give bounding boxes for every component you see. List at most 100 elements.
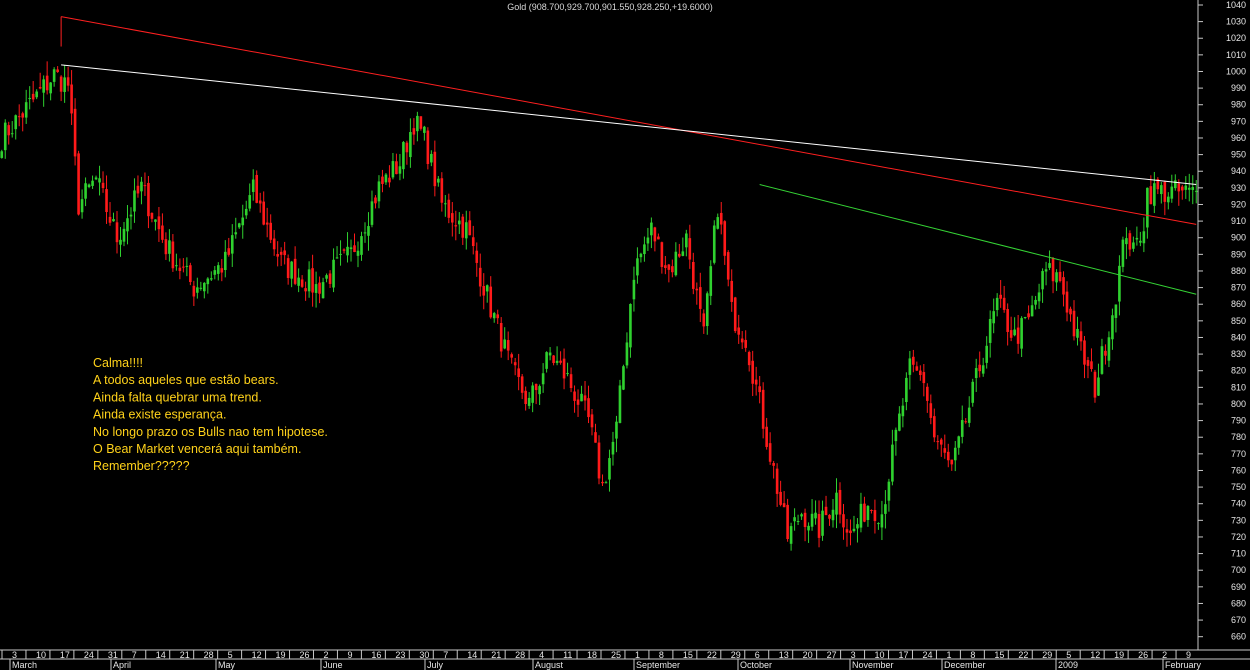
candle-body	[967, 407, 971, 423]
candle-body	[646, 237, 650, 244]
candle-body	[182, 266, 185, 268]
candle-body	[1177, 183, 1181, 192]
candle-body	[49, 82, 52, 94]
candle-body	[730, 280, 734, 302]
candle-body	[112, 219, 115, 222]
y-tick-label: 680	[1231, 598, 1246, 608]
candle-body	[995, 297, 999, 311]
candle-body	[335, 257, 339, 259]
x-tick-label: 4	[539, 650, 544, 660]
candle-body	[688, 238, 692, 260]
candle-body	[1128, 233, 1132, 250]
x-tick-label: 11	[563, 650, 572, 660]
candle-body	[636, 258, 639, 276]
candle-body	[566, 373, 569, 375]
x-tick-label: 15	[994, 650, 1004, 660]
candle-body	[237, 223, 241, 228]
y-tick-label: 1000	[1226, 66, 1246, 76]
x-tick-label: 26	[300, 650, 310, 660]
candle-body	[1097, 377, 1100, 396]
x-tick-label: 21	[491, 650, 501, 660]
candle-body	[541, 373, 545, 385]
candle-body	[506, 340, 510, 351]
y-tick-label: 1030	[1226, 17, 1246, 27]
candle-body	[485, 285, 489, 292]
candle-body	[101, 182, 105, 189]
candle-body	[342, 249, 346, 251]
x-tick-label: 8	[659, 650, 664, 660]
candle-body	[849, 530, 852, 534]
candle-body	[1048, 263, 1051, 268]
candle-body	[105, 189, 108, 213]
candle-body	[1153, 183, 1156, 206]
x-tick-label: 18	[587, 650, 597, 660]
candle-body	[293, 258, 297, 284]
candle-body	[377, 181, 381, 202]
candle-body	[1121, 239, 1125, 267]
candle-body	[772, 463, 775, 466]
month-label: April	[113, 660, 131, 670]
candle-body	[740, 338, 744, 343]
candle-body	[1030, 305, 1034, 317]
x-tick-label: 30	[419, 650, 429, 660]
candle-body	[304, 288, 307, 292]
candle-body	[576, 399, 580, 405]
y-tick-label: 870	[1231, 283, 1246, 293]
x-tick-label: 29	[1042, 650, 1052, 660]
candle-body	[632, 279, 636, 300]
candle-body	[562, 358, 566, 379]
candle-body	[300, 279, 304, 287]
candle	[733, 296, 737, 334]
annotation-line: Calma!!!!	[93, 356, 143, 370]
x-tick-label: 29	[731, 650, 741, 660]
candle-body	[538, 386, 541, 395]
candle-body	[325, 275, 328, 279]
candle	[712, 220, 716, 265]
y-tick-label: 750	[1231, 482, 1246, 492]
chart-background	[0, 0, 1250, 670]
candle-body	[569, 374, 573, 389]
y-tick-label: 790	[1231, 416, 1246, 426]
annotation-line: A todos aqueles que estão bears.	[93, 373, 279, 387]
candle-body	[87, 184, 91, 188]
candle-body	[1041, 271, 1044, 290]
candle-body	[744, 339, 747, 348]
candle-body	[793, 517, 796, 522]
candle-body	[475, 250, 479, 263]
candle-body	[223, 251, 227, 270]
x-tick-label: 7	[132, 650, 137, 660]
candle-body	[842, 514, 845, 528]
candle-body	[1062, 277, 1065, 295]
candle-body	[978, 364, 982, 372]
candle	[426, 127, 430, 170]
candle-body	[409, 132, 412, 158]
candle-body	[35, 91, 38, 98]
candle-body	[189, 265, 192, 283]
candle-body	[1173, 180, 1177, 189]
candle-body	[520, 376, 524, 393]
candle-body	[768, 443, 772, 462]
candle-body	[1013, 329, 1016, 336]
candle-body	[559, 360, 562, 363]
x-tick-label: 12	[252, 650, 262, 660]
candle-body	[447, 199, 451, 218]
candle-body	[499, 323, 503, 352]
candle-body	[524, 390, 527, 405]
x-tick-label: 31	[108, 650, 118, 660]
x-tick-label: 22	[707, 650, 717, 660]
candle-body	[1107, 337, 1111, 361]
candle-body	[814, 512, 817, 519]
candle-body	[171, 241, 175, 269]
candle-body	[367, 226, 370, 236]
candle-body	[0, 151, 4, 158]
candle-body	[835, 492, 838, 515]
x-tick-label: 14	[467, 650, 477, 660]
candle-body	[702, 313, 706, 327]
candle-body	[653, 227, 657, 242]
candle-body	[437, 178, 440, 183]
candle-body	[1167, 196, 1170, 203]
candle-body	[255, 174, 259, 203]
candle-body	[374, 197, 377, 204]
annotation-line: Ainda falta quebrar uma trend.	[93, 390, 262, 404]
candle-body	[615, 421, 618, 439]
